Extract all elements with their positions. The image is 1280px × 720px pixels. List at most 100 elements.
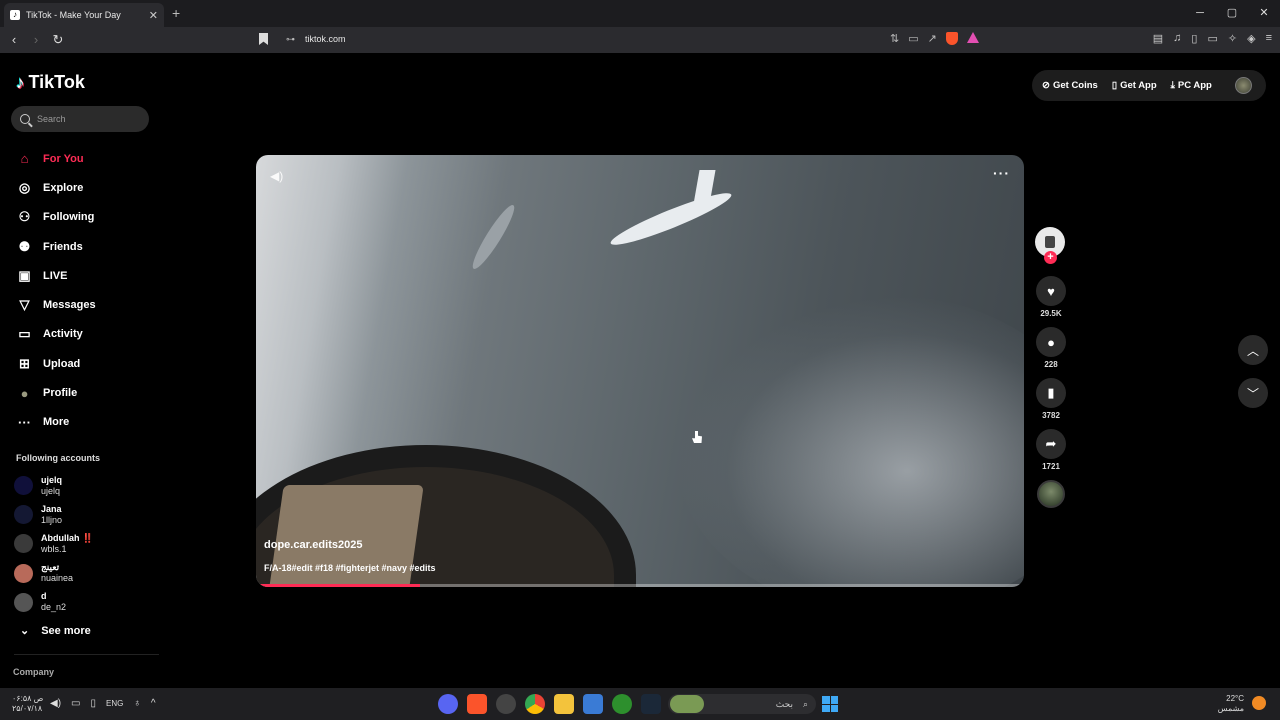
account-name: تعينج: [41, 562, 60, 573]
sidebar-item-label: For You: [43, 152, 84, 165]
sidebar-item-upload[interactable]: ⊞ Upload: [16, 349, 156, 378]
bookmark-icon[interactable]: [259, 33, 268, 45]
account-handle: ujelq: [41, 485, 61, 496]
brave-app-icon[interactable]: [467, 694, 487, 714]
sidebar-item-friends[interactable]: ⚉ Friends: [16, 232, 156, 261]
microphone-icon[interactable]: ♁: [133, 698, 141, 709]
like-count: 29.5K: [1040, 309, 1062, 318]
get-app-button[interactable]: ▯ Get App: [1112, 80, 1157, 91]
tiktok-logo[interactable]: ♪ TikTok: [16, 72, 85, 93]
xbox-app-icon[interactable]: [612, 694, 632, 714]
tiktok-note-icon: ♪: [16, 72, 25, 92]
window-controls: ─ ▢ ✕: [1184, 0, 1280, 27]
sidebar-item-profile[interactable]: ● Profile: [16, 378, 156, 407]
media-icon[interactable]: ♫: [1173, 32, 1181, 45]
brave-shield-icon[interactable]: [945, 32, 958, 45]
sidebar-item-activity[interactable]: ▭ Activity: [16, 320, 156, 349]
sidebar-item-live[interactable]: ▣ LIVE: [16, 261, 156, 290]
video-caption[interactable]: F/A-18#edit #f18 #fighterjet #navy #edit…: [264, 563, 436, 573]
music-disc-icon[interactable]: [1037, 480, 1065, 508]
video-progress-bar[interactable]: [260, 584, 1020, 587]
sidebar-icon[interactable]: ▯: [1191, 32, 1197, 45]
system-tray: ◀) ▭ ▯ ENG ♁ ^: [50, 698, 156, 709]
list-item[interactable]: Abdullah ‼️ wbls.1: [14, 529, 154, 558]
tray-chevron-icon[interactable]: ^: [151, 698, 156, 709]
language-indicator[interactable]: ENG: [106, 699, 123, 708]
comment-action[interactable]: ● 228: [1035, 327, 1067, 369]
menu-icon[interactable]: ≡: [1266, 32, 1272, 45]
store-app-icon[interactable]: [583, 694, 603, 714]
following-accounts-list: ujelq ujelq Jana 1lljno Abdullah ‼️ wbls.1 …: [14, 471, 154, 617]
reader-mode-icon[interactable]: ▤: [1153, 32, 1163, 45]
brave-rewards-icon[interactable]: [966, 32, 979, 43]
clock[interactable]: ۰۶:۵۸ ص ۲۵/۰۷/۱۸: [12, 694, 43, 714]
see-more-button[interactable]: ⌄ See more: [20, 624, 91, 638]
list-item[interactable]: ujelq ujelq: [14, 471, 154, 500]
cast-icon[interactable]: ▭: [908, 32, 918, 45]
like-action[interactable]: ♥ 29.5K: [1035, 276, 1067, 318]
browser-tab[interactable]: ♪ TikTok - Make Your Day ✕: [4, 3, 164, 27]
sidebar-item-messages[interactable]: ▽ Messages: [16, 290, 156, 319]
taskbar-search[interactable]: بحث ⌕: [668, 694, 816, 714]
tab-close-button[interactable]: ✕: [149, 9, 158, 22]
file-explorer-icon[interactable]: [554, 694, 574, 714]
previous-video-button[interactable]: ︿: [1238, 335, 1268, 365]
following-accounts-title: Following accounts: [16, 453, 101, 463]
battery-icon[interactable]: ▯: [90, 698, 96, 709]
download-icon: ⤓: [1170, 80, 1175, 91]
volume-icon[interactable]: ◀): [270, 169, 283, 183]
new-tab-button[interactable]: +: [172, 5, 180, 21]
company-link[interactable]: Company: [13, 667, 54, 677]
maximize-button[interactable]: ▢: [1216, 0, 1248, 27]
upload-icon: ⊞: [19, 355, 30, 371]
save-action[interactable]: ▮ 3782: [1035, 378, 1067, 420]
leo-ai-icon[interactable]: ✧: [1228, 32, 1237, 45]
speaker-icon[interactable]: ◀): [50, 698, 61, 709]
next-video-button[interactable]: ﹀: [1238, 378, 1268, 408]
windows-start-icon[interactable]: [822, 696, 838, 712]
list-item[interactable]: تعينج nuainea: [14, 559, 154, 588]
tool-app-icon[interactable]: [496, 694, 516, 714]
close-window-button[interactable]: ✕: [1248, 0, 1280, 27]
video-author[interactable]: dope.car.edits2025: [264, 539, 362, 551]
reload-button[interactable]: ↻: [52, 32, 64, 48]
os-taskbar: ۰۶:۵۸ ص ۲۵/۰۷/۱۸ ◀) ▭ ▯ ENG ♁ ^ بحث ⌕ 22…: [0, 688, 1280, 720]
back-button[interactable]: ‹: [8, 32, 20, 48]
chevron-down-icon: ⌄: [20, 625, 30, 637]
pc-app-button[interactable]: ⤓ PC App: [1171, 80, 1212, 91]
search-input[interactable]: [37, 114, 137, 124]
creator-avatar[interactable]: +: [1035, 227, 1065, 264]
forward-button[interactable]: ›: [30, 32, 42, 48]
sidebar-item-following[interactable]: ⚇ Following: [16, 203, 156, 232]
vpn-icon[interactable]: ◈: [1247, 32, 1255, 45]
pc-app-label: PC App: [1177, 80, 1212, 91]
search-box[interactable]: [11, 106, 149, 132]
more-options-icon[interactable]: ···: [993, 165, 1010, 181]
sidebar-item-label: Friends: [43, 240, 83, 253]
avatar: [14, 476, 33, 496]
sidebar-item-for-you[interactable]: ⌂ For You: [16, 144, 156, 173]
follow-plus-icon[interactable]: +: [1044, 251, 1057, 264]
url-field[interactable]: tiktok.com: [305, 34, 346, 44]
wallet-icon[interactable]: ▭: [1207, 32, 1217, 45]
nav-buttons: ‹ › ↻: [8, 32, 64, 48]
list-item[interactable]: Jana 1lljno: [14, 500, 154, 529]
chevron-down-icon: ﹀: [1246, 386, 1259, 401]
video-player[interactable]: ◀) ··· dope.car.edits2025 F/A-18#edit #f…: [256, 155, 1024, 587]
share-icon[interactable]: ↗: [928, 32, 937, 45]
get-coins-button[interactable]: ⊘ Get Coins: [1042, 80, 1098, 91]
minimize-button[interactable]: ─: [1184, 0, 1216, 27]
weather-widget[interactable]: 22°C مشمس: [1218, 694, 1244, 714]
chrome-app-icon[interactable]: [525, 694, 545, 714]
share-action[interactable]: ➦ 1721: [1035, 429, 1067, 471]
sidebar-item-more[interactable]: ··· More: [16, 408, 156, 437]
sidebar-item-explore[interactable]: ◎ Explore: [16, 173, 156, 202]
user-avatar[interactable]: [1235, 77, 1252, 94]
translate-icon[interactable]: ⇅: [890, 32, 899, 45]
search-icon: [20, 114, 30, 124]
network-icon[interactable]: ▭: [71, 698, 80, 709]
discord-app-icon[interactable]: [438, 694, 458, 714]
site-info-icon[interactable]: ⊶: [286, 34, 295, 45]
steam-app-icon[interactable]: [641, 694, 661, 714]
list-item[interactable]: d de_n2: [14, 588, 154, 617]
